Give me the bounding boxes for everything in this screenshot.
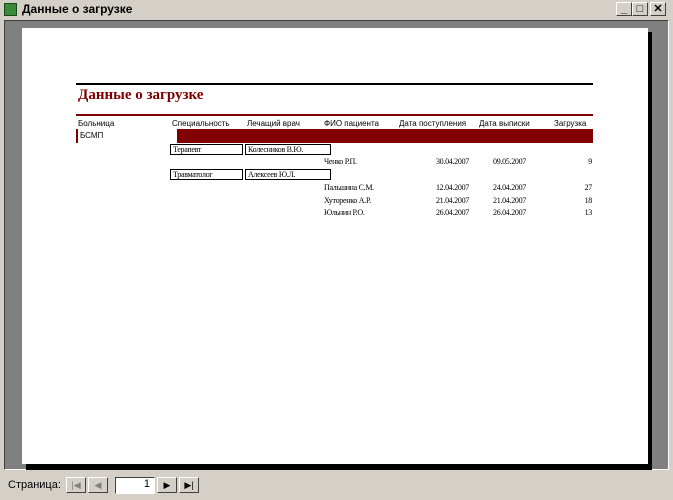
admit-date: 21.04.2007 [435, 196, 469, 205]
page-number-input[interactable]: 1 [115, 477, 155, 494]
doctor-box: Колесников В.Ю. [245, 144, 331, 155]
header-rule [76, 114, 593, 116]
patient-name: Юльнин Р.О. [324, 208, 365, 217]
last-page-button[interactable]: ▶| [179, 477, 199, 493]
col-header-doctor: Лечащий врач [247, 119, 300, 128]
prev-page-button[interactable]: ◀ [88, 477, 108, 493]
discharge-date: 09.05.2007 [493, 157, 527, 166]
first-page-button[interactable]: |◀ [66, 477, 86, 493]
admit-date: 30.04.2007 [435, 157, 469, 166]
minimize-button[interactable]: _ [616, 2, 632, 16]
next-page-button[interactable]: ▶ [157, 477, 177, 493]
patient-name: Пальшина С.М. [324, 183, 374, 192]
discharge-date: 26.04.2007 [493, 208, 527, 217]
window-title: Данные о загрузке [22, 2, 133, 16]
doctor-box: Алексеев Ю.Л. [245, 169, 331, 180]
hospital-name: БСМП [76, 129, 177, 143]
app-icon [4, 3, 17, 16]
patient-name: Хуторенко А.Р. [324, 196, 371, 205]
page-label: Страница: [8, 479, 61, 491]
col-header-hospital: Больница [78, 119, 115, 128]
admit-date: 12.04.2007 [435, 183, 469, 192]
discharge-date: 24.04.2007 [493, 183, 527, 192]
discharge-date: 21.04.2007 [493, 196, 527, 205]
patient-name: Ченко Р.П. [324, 157, 357, 166]
col-header-admitted: Дата поступления [399, 119, 467, 128]
report-title: Данные о загрузке [78, 87, 204, 103]
col-header-load: Загрузка [554, 119, 587, 128]
top-rule [76, 83, 593, 85]
load-value: 9 [588, 157, 592, 166]
close-button[interactable]: ✕ [650, 2, 666, 16]
specialty-box: Травматолог [170, 169, 243, 180]
admit-date: 26.04.2007 [435, 208, 469, 217]
col-header-discharged: Дата выписки [479, 119, 530, 128]
load-value: 27 [584, 183, 593, 192]
col-header-specialty: Специальность [172, 119, 230, 128]
load-value: 18 [584, 196, 593, 205]
col-header-patient: ФИО пациента [324, 119, 379, 128]
specialty-box: Терапевт [170, 144, 243, 155]
maximize-button[interactable]: □ [632, 2, 648, 16]
load-value: 13 [584, 208, 593, 217]
